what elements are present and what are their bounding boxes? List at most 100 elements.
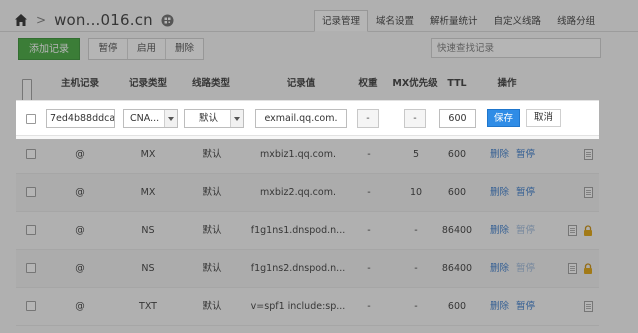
value-field[interactable]: exmail.qq.com. <box>255 109 347 128</box>
cancel-button[interactable]: 取消 <box>526 109 561 127</box>
breadcrumb: > won...016.cn <box>14 8 174 32</box>
tab-custom-lines[interactable]: 自定义线路 <box>486 10 550 32</box>
cell-host: @ <box>75 149 85 160</box>
cell-value: f1g1ns1.dnspod.n... <box>250 225 346 236</box>
search-input[interactable] <box>431 38 601 58</box>
col-host: 主机记录 <box>60 78 100 89</box>
cell-line: 默认 <box>202 149 222 160</box>
ttl-field[interactable]: 600 <box>439 109 476 128</box>
dns-records-page: > won...016.cn 记录管理 域名设置 解析量统计 自定义线路 线路分… <box>0 0 638 333</box>
note-icon[interactable] <box>584 187 593 198</box>
cell-value: mxbiz1.qq.com. <box>260 149 336 160</box>
cell-line: 默认 <box>202 187 222 198</box>
tab-record-management[interactable]: 记录管理 <box>314 10 369 32</box>
cell-ttl: 86400 <box>441 225 473 236</box>
cell-mx: 5 <box>412 149 420 160</box>
cell-ttl: 86400 <box>441 263 473 274</box>
note-icon[interactable] <box>568 225 577 236</box>
cell-type: MX <box>140 149 156 160</box>
cell-ttl: 600 <box>447 301 467 312</box>
save-button[interactable]: 保存 <box>487 109 520 127</box>
col-mx: MX优先级 <box>392 78 438 89</box>
delete-link[interactable]: 删除 <box>490 136 509 174</box>
row-checkbox[interactable] <box>26 149 36 159</box>
cell-line: 默认 <box>202 263 222 274</box>
chevron-down-icon <box>164 110 177 127</box>
col-type: 记录类型 <box>128 78 168 89</box>
pause-link[interactable]: 暂停 <box>516 212 535 250</box>
cell-type: TXT <box>139 301 157 312</box>
col-line: 线路类型 <box>191 78 231 89</box>
pause-link[interactable]: 暂停 <box>516 288 535 326</box>
cell-mx: - <box>414 225 418 236</box>
tab-line-groups[interactable]: 线路分组 <box>549 10 603 32</box>
dim-overlay <box>0 100 16 139</box>
cell-mx: 10 <box>409 187 423 198</box>
row-checkbox[interactable] <box>26 187 36 197</box>
row-checkbox[interactable] <box>26 263 36 273</box>
cell-weight: - <box>367 263 371 274</box>
cell-line: 默认 <box>202 225 222 236</box>
cell-type: NS <box>141 225 155 236</box>
cell-host: @ <box>75 301 85 312</box>
note-icon[interactable] <box>568 263 577 274</box>
cell-value: mxbiz2.qq.com. <box>260 187 336 198</box>
batch-action-group: 暂停 启用 删除 <box>88 38 204 60</box>
toolbar: 添加记录 暂停 启用 删除 <box>18 38 204 60</box>
line-select[interactable]: 默认 <box>184 109 244 128</box>
dim-overlay <box>599 100 638 139</box>
weight-field[interactable]: - <box>357 109 379 128</box>
col-weight: 权重 <box>358 78 378 89</box>
home-icon[interactable] <box>14 13 28 27</box>
cell-type: NS <box>141 263 155 274</box>
cell-weight: - <box>367 149 371 160</box>
tab-domain-settings[interactable]: 域名设置 <box>368 10 422 32</box>
table-row: @ MX 默认 mxbiz2.qq.com. - 10 600 删除 暂停 <box>16 174 599 212</box>
delete-link[interactable]: 删除 <box>490 250 509 288</box>
delete-link[interactable]: 删除 <box>490 212 509 250</box>
table-row: @ NS 默认 f1g1ns1.dnspod.n... - - 86400 删除… <box>16 212 599 250</box>
cell-host: @ <box>75 263 85 274</box>
row-checkbox[interactable] <box>26 301 36 311</box>
delete-button[interactable]: 删除 <box>165 39 203 59</box>
add-record-button[interactable]: 添加记录 <box>18 38 80 60</box>
pause-link[interactable]: 暂停 <box>516 250 535 288</box>
row-checkbox[interactable] <box>26 114 36 124</box>
table-row: @ MX 默认 mxbiz1.qq.com. - 5 600 删除 暂停 <box>16 136 599 174</box>
mx-field[interactable]: - <box>404 109 426 128</box>
row-checkbox[interactable] <box>26 225 36 235</box>
tab-resolution-stats[interactable]: 解析量统计 <box>422 10 486 32</box>
breadcrumb-separator: > <box>36 13 47 27</box>
domain-name: won...016.cn <box>54 11 153 29</box>
cell-weight: - <box>367 301 371 312</box>
cell-ttl: 600 <box>447 187 467 198</box>
type-select[interactable]: CNA... <box>123 109 178 128</box>
delete-link[interactable]: 删除 <box>490 174 509 212</box>
cell-mx: - <box>414 301 418 312</box>
pause-link[interactable]: 暂停 <box>516 136 535 174</box>
cell-value: v=spf1 include:sp... <box>250 301 346 312</box>
col-ops: 操作 <box>497 78 517 89</box>
note-icon[interactable] <box>584 149 593 160</box>
cell-weight: - <box>367 187 371 198</box>
pause-link[interactable]: 暂停 <box>516 174 535 212</box>
cell-type: MX <box>140 187 156 198</box>
type-select-value: CNA... <box>130 113 160 124</box>
line-select-value: 默认 <box>199 113 219 124</box>
lock-icon <box>584 225 592 236</box>
cell-value: f1g1ns2.dnspod.n... <box>250 263 346 274</box>
cell-host: @ <box>75 187 85 198</box>
qr-code-icon[interactable] <box>161 14 174 27</box>
pause-button[interactable]: 暂停 <box>89 39 127 59</box>
table-row: @ TXT 默认 v=spf1 include:sp... - - 600 删除… <box>16 288 599 326</box>
table-header: 主机记录 记录类型 线路类型 记录值 权重 MX优先级 TTL 操作 <box>16 68 599 111</box>
note-icon[interactable] <box>584 301 593 312</box>
delete-link[interactable]: 删除 <box>490 288 509 326</box>
cell-host: @ <box>75 225 85 236</box>
cell-weight: - <box>367 225 371 236</box>
enable-button[interactable]: 启用 <box>127 39 165 59</box>
edit-record-row: 7ed4b88ddca7 CNA... 默认 exmail.qq.com. - … <box>16 100 599 136</box>
cell-ttl: 600 <box>447 149 467 160</box>
cell-mx: - <box>414 263 418 274</box>
host-field[interactable]: 7ed4b88ddca7 <box>46 109 115 128</box>
